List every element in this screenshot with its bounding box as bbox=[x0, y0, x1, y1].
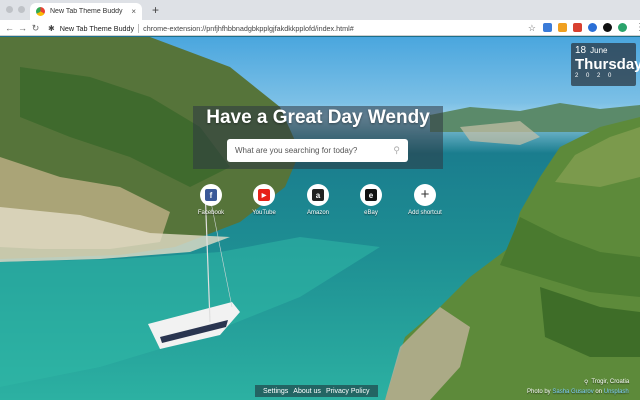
shortcut-circle[interactable]: ▶ bbox=[253, 184, 275, 206]
extension-icon-1[interactable] bbox=[543, 23, 552, 32]
shortcut-circle[interactable]: f bbox=[200, 184, 222, 206]
shortcut-label: Facebook bbox=[197, 210, 225, 216]
search-input[interactable] bbox=[235, 146, 394, 155]
privacy-policy-link[interactable]: Privacy Policy bbox=[326, 388, 370, 395]
reload-button[interactable]: ↻ bbox=[29, 20, 42, 36]
shortcut-ebay[interactable]: e eBay bbox=[346, 184, 396, 216]
youtube-icon: ▶ bbox=[258, 189, 270, 201]
browser-menu-icon[interactable]: ⋮ bbox=[635, 23, 640, 33]
shortcut-label: Add shortcut bbox=[408, 210, 442, 216]
greeting-heading: Have a Great Day Wendy bbox=[206, 107, 430, 128]
shortcut-label: eBay bbox=[364, 210, 378, 216]
extension-icon-6[interactable] bbox=[618, 23, 627, 32]
address-bar-site-name: New Tab Theme Buddy bbox=[59, 23, 135, 33]
minimize-window-button[interactable] bbox=[18, 6, 25, 13]
date-top-row: 18 June bbox=[575, 45, 632, 56]
browser-toolbar: ← → ↻ ✱ New Tab Theme Buddy chrome-exten… bbox=[0, 20, 640, 36]
bookmark-star-icon[interactable]: ☆ bbox=[528, 23, 536, 34]
amazon-icon: a bbox=[312, 189, 324, 201]
active-tab[interactable]: New Tab Theme Buddy × bbox=[30, 3, 142, 20]
shortcut-label: YouTube bbox=[252, 210, 276, 216]
unsplash-link[interactable]: Unsplash bbox=[604, 389, 629, 395]
tab-close-icon[interactable]: × bbox=[131, 7, 136, 16]
search-icon[interactable]: ⚲ bbox=[393, 145, 400, 156]
background-photo bbox=[0, 37, 640, 400]
shortcut-amazon[interactable]: a Amazon bbox=[293, 184, 343, 216]
address-bar-url[interactable]: chrome-extension://pnfjhfhbbnadgbkpplgjf… bbox=[143, 24, 528, 33]
tab-favicon-icon bbox=[36, 7, 45, 16]
forward-button[interactable]: → bbox=[16, 20, 29, 36]
shortcut-youtube[interactable]: ▶ YouTube bbox=[239, 184, 289, 216]
settings-link[interactable]: Settings bbox=[263, 388, 288, 395]
date-widget: 18 June Thursday 2 0 2 0 bbox=[571, 43, 640, 86]
credit-prefix: Photo by bbox=[527, 389, 551, 395]
facebook-icon: f bbox=[205, 189, 217, 201]
footer-links: Settings About us Privacy Policy bbox=[255, 385, 378, 397]
extension-icons: ⋮ bbox=[543, 23, 640, 33]
browser-tab-bar: New Tab Theme Buddy × + bbox=[0, 0, 640, 20]
date-day: 18 bbox=[575, 45, 587, 56]
address-bar[interactable]: ✱ New Tab Theme Buddy chrome-extension:/… bbox=[48, 22, 536, 34]
ebay-icon: e bbox=[365, 189, 377, 201]
shortcut-circle[interactable]: a bbox=[307, 184, 329, 206]
extension-icon-4[interactable] bbox=[588, 23, 597, 32]
search-box[interactable]: ⚲ bbox=[227, 139, 408, 162]
location-text: Trogir, Croatia bbox=[591, 379, 630, 385]
greeting-panel: Have a Great Day Wendy ⚲ bbox=[193, 106, 443, 169]
date-month: June bbox=[590, 46, 608, 55]
photo-author-link[interactable]: Sasha Gusarov bbox=[552, 389, 593, 395]
extension-icon-3[interactable] bbox=[573, 23, 582, 32]
location-pin-icon: ⚲ bbox=[584, 380, 589, 386]
shortcut-circle[interactable]: + bbox=[414, 184, 436, 206]
landscape-illustration bbox=[0, 37, 640, 400]
extension-icon-2[interactable] bbox=[558, 23, 567, 32]
shortcut-label: Amazon bbox=[306, 210, 329, 216]
date-year: 2 0 2 0 bbox=[575, 73, 615, 79]
close-window-button[interactable] bbox=[6, 6, 13, 13]
date-weekday: Thursday bbox=[575, 56, 640, 73]
shortcut-facebook[interactable]: f Facebook bbox=[186, 184, 236, 216]
about-us-link[interactable]: About us bbox=[293, 388, 321, 395]
shortcut-circle[interactable]: e bbox=[360, 184, 382, 206]
photo-credit: Photo by Sasha Gusarov on Unsplash bbox=[527, 389, 629, 395]
plus-icon: + bbox=[420, 186, 430, 203]
back-button[interactable]: ← bbox=[3, 20, 16, 36]
address-separator bbox=[138, 23, 140, 33]
new-tab-button[interactable]: + bbox=[152, 3, 159, 17]
shortcut-add[interactable]: + Add shortcut bbox=[400, 184, 450, 216]
puzzle-icon: ✱ bbox=[48, 23, 55, 33]
credit-on: on bbox=[595, 389, 603, 395]
tab-title: New Tab Theme Buddy bbox=[50, 8, 123, 15]
extension-icon-5[interactable] bbox=[603, 23, 612, 32]
photo-location: ⚲ Trogir, Croatia bbox=[584, 379, 629, 386]
